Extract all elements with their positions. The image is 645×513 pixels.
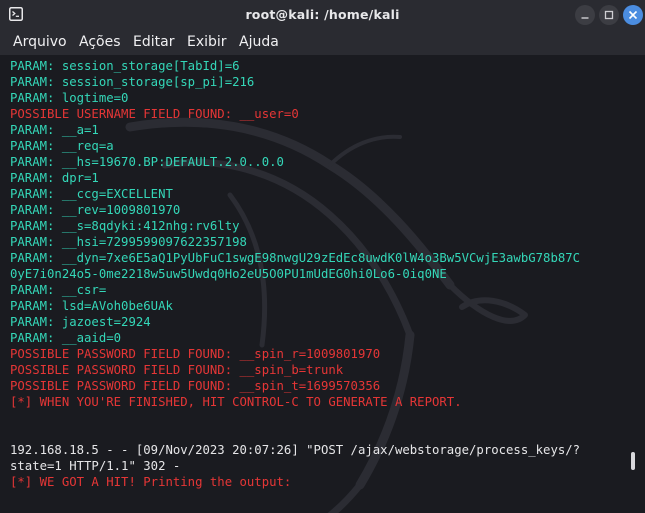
title-bar[interactable]: root@kali: /home/kali xyxy=(0,0,645,30)
menu-editar[interactable]: Editar xyxy=(133,34,174,50)
terminal-line: PARAM: session_storage[TabId]=6 xyxy=(10,59,240,73)
terminal-line: state=1 HTTP/1.1" 302 - xyxy=(10,459,181,473)
terminal-line: PARAM: __hs=19670.BP:DEFAULT.2.0..0.0 xyxy=(10,155,284,169)
menu-bar: Arquivo Ações Editar Exibir Ajuda xyxy=(0,30,645,55)
menu-ajuda[interactable]: Ajuda xyxy=(239,34,279,50)
terminal-line: PARAM: __req=a xyxy=(10,139,114,153)
terminal-window: root@kali: /home/kali Arquivo Ações Edit… xyxy=(0,0,645,513)
terminal-line: POSSIBLE USERNAME FIELD FOUND: __user=0 xyxy=(10,107,299,121)
terminal-output[interactable]: PARAM: session_storage[TabId]=6 PARAM: se… xyxy=(0,55,645,513)
window-title: root@kali: /home/kali xyxy=(245,7,400,22)
terminal-line: POSSIBLE PASSWORD FIELD FOUND: __spin_t=… xyxy=(10,379,381,393)
terminal-line: POSSIBLE PASSWORD FIELD FOUND: __spin_b=… xyxy=(10,363,344,377)
terminal-line: POSSIBLE PASSWORD FIELD FOUND: __spin_r=… xyxy=(10,347,381,361)
close-button[interactable] xyxy=(623,5,643,25)
terminal-line: 192.168.18.5 - - [09/Nov/2023 20:07:26] … xyxy=(10,443,581,457)
terminal-line: PARAM: __ccg=EXCELLENT xyxy=(10,187,173,201)
minimize-icon xyxy=(581,17,589,19)
terminal-line: PARAM: __hsi=7299599097622357198 xyxy=(10,235,247,249)
terminal-line: PARAM: lsd=AVoh0be6UAk xyxy=(10,299,173,313)
terminal-blank-line xyxy=(10,426,630,442)
maximize-button[interactable] xyxy=(599,5,619,25)
terminal-line: PARAM: __dyn=7xe6E5aQ1PyUbFuC1swgE98nwgU… xyxy=(10,251,581,265)
minimize-button[interactable] xyxy=(575,5,595,25)
terminal-blank-line xyxy=(10,410,630,426)
terminal-line: PARAM: __rev=1009801970 xyxy=(10,203,181,217)
terminal-line: PARAM: __csr= xyxy=(10,283,107,297)
menu-arquivo[interactable]: Arquivo xyxy=(13,34,67,50)
terminal-line: PARAM: __a=1 xyxy=(10,123,99,137)
maximize-icon xyxy=(604,10,614,20)
terminal-line: PARAM: __s=8qdyki:412nhg:rv6lty xyxy=(10,219,240,233)
menu-acoes[interactable]: Ações xyxy=(79,34,121,50)
terminal-line: [*] WE GOT A HIT! Printing the output: xyxy=(10,475,292,489)
menu-exibir[interactable]: Exibir xyxy=(187,34,227,50)
terminal-line: PARAM: logtime=0 xyxy=(10,91,129,105)
scrollbar-thumb[interactable] xyxy=(631,452,635,470)
terminal-line: PARAM: dpr=1 xyxy=(10,171,99,185)
terminal-line: PARAM: jazoest=2924 xyxy=(10,315,151,329)
terminal-line: 0yE7i0n24o5-0me2218w5uw5Uwdq0Ho2eU5O0PU1… xyxy=(10,267,447,281)
terminal-lines: PARAM: session_storage[TabId]=6 PARAM: se… xyxy=(10,58,630,490)
terminal-line: PARAM: session_storage[sp_pi]=216 xyxy=(10,75,255,89)
close-icon xyxy=(628,10,638,20)
terminal-line: [*] WHEN YOU'RE FINISHED, HIT CONTROL-C … xyxy=(10,395,462,409)
terminal-line: PARAM: __aaid=0 xyxy=(10,331,122,345)
